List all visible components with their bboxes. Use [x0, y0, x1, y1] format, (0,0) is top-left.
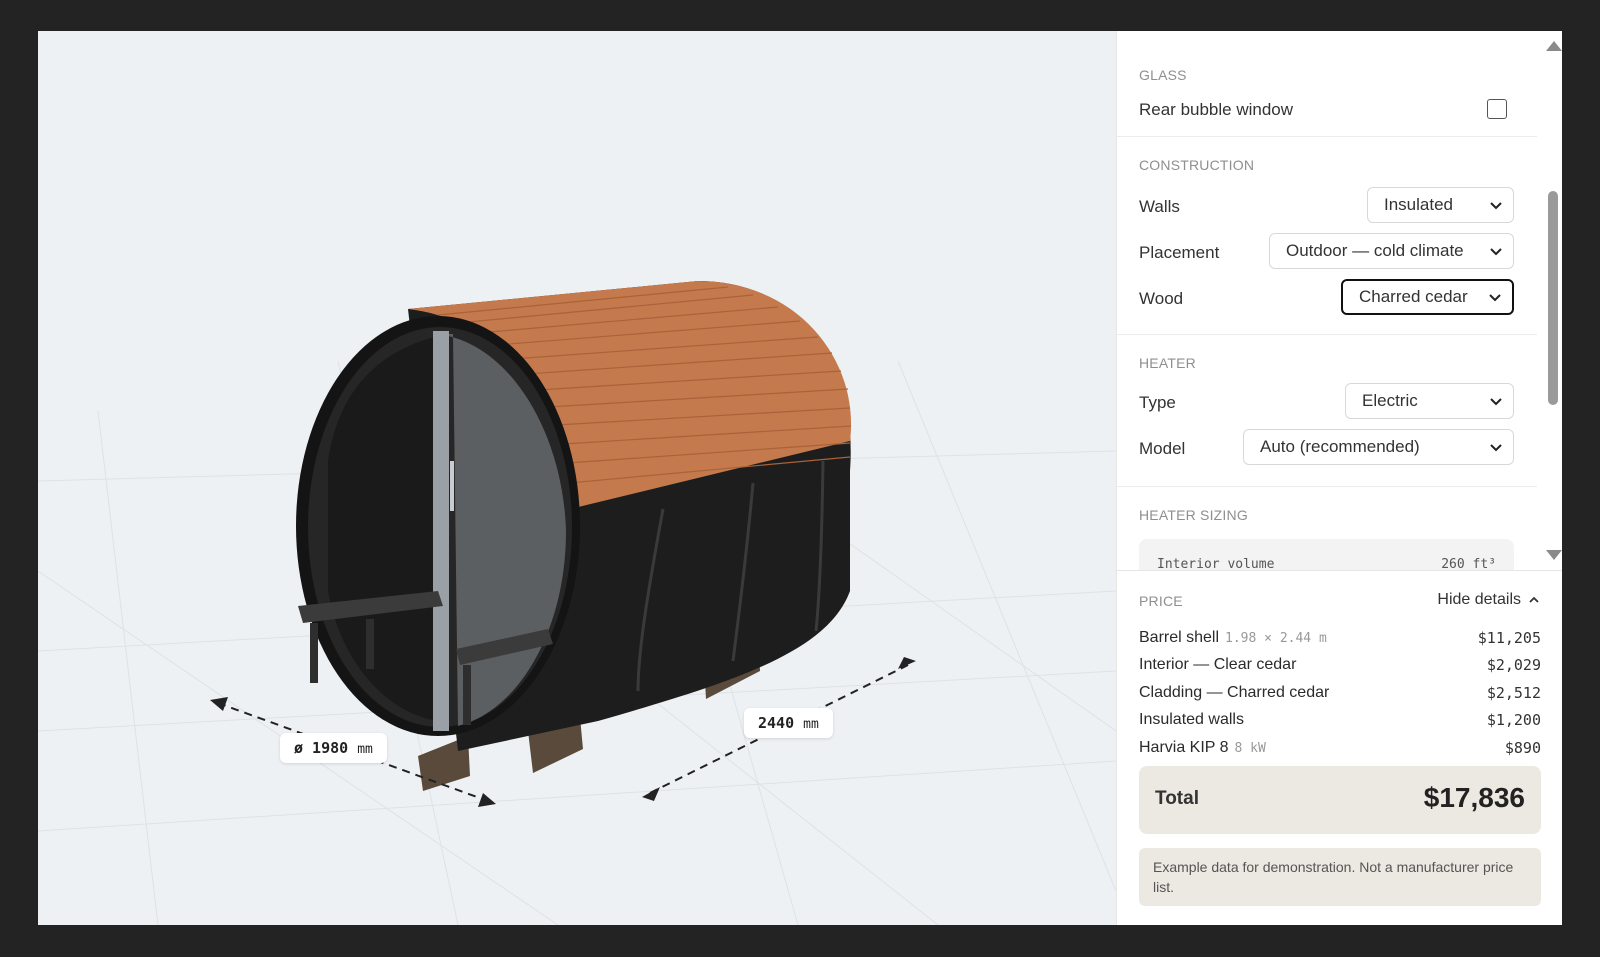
price-line-item: Insulated walls $1,200 [1139, 711, 1541, 729]
hide-details-button[interactable]: Hide details [1437, 591, 1541, 609]
price-panel: PRICE Hide details Barrel shell 1.98 × 2.… [1117, 570, 1562, 925]
chevron-down-icon [1490, 248, 1502, 256]
price-line-item: Barrel shell 1.98 × 2.44 m $11,205 [1139, 629, 1541, 647]
total-box: Total $17,836 [1139, 766, 1541, 834]
price-title: PRICE [1139, 593, 1183, 609]
app-window: ø 1980 mm 2440 mm GLASS Rear bubble wind… [38, 31, 1562, 925]
section-title-heater-sizing: HEATER SIZING [1139, 507, 1248, 523]
chevron-down-icon [1490, 398, 1502, 406]
scrollbar-thumb[interactable] [1548, 191, 1558, 405]
section-title: HEATER [1139, 355, 1196, 371]
interior-volume-value: 260 ft³ [1441, 557, 1496, 570]
section-construction: CONSTRUCTION Walls Insulated Placement O… [1117, 137, 1537, 335]
heater-model-select[interactable]: Auto (recommended) [1243, 429, 1514, 465]
chevron-down-icon [1490, 444, 1502, 452]
heater-model-label: Model [1139, 439, 1186, 458]
scroll-up-arrow-icon[interactable] [1546, 41, 1562, 51]
door-frame [433, 331, 449, 731]
price-line-item: Interior — Clear cedar $2,029 [1139, 656, 1541, 674]
price-line-item: Harvia KIP 88 kW $890 [1139, 739, 1541, 757]
interior-volume-label: Interior volume [1157, 557, 1275, 570]
scrollbar[interactable] [1541, 31, 1562, 570]
walls-select[interactable]: Insulated [1367, 187, 1514, 223]
chevron-up-icon [1529, 596, 1539, 603]
3d-viewer[interactable]: ø 1980 mm 2440 mm [38, 31, 1116, 925]
hide-details-label: Hide details [1437, 591, 1521, 608]
scroll-down-arrow-icon[interactable] [1546, 550, 1562, 560]
rear-window-checkbox[interactable] [1487, 99, 1507, 119]
options-scroll-area[interactable]: GLASS Rear bubble window CONSTRUCTION Wa… [1117, 31, 1562, 570]
section-title: CONSTRUCTION [1139, 157, 1255, 173]
total-value: $17,836 [1423, 782, 1525, 813]
section-glass: GLASS Rear bubble window [1117, 47, 1537, 137]
chevron-down-icon [1490, 202, 1502, 210]
config-panel: GLASS Rear bubble window CONSTRUCTION Wa… [1116, 31, 1562, 925]
section-heater: HEATER Type Electric Model Auto (recomme… [1117, 335, 1537, 487]
price-line-item: Cladding — Charred cedar $2,512 [1139, 684, 1541, 702]
placement-select[interactable]: Outdoor — cold climate [1269, 233, 1514, 269]
heater-type-label: Type [1139, 393, 1176, 412]
rear-window-label: Rear bubble window [1139, 100, 1294, 119]
disclaimer-note: Example data for demonstration. Not a ma… [1139, 848, 1541, 906]
total-label: Total [1155, 788, 1199, 809]
length-dimension-label: 2440 mm [744, 708, 833, 738]
heater-sizing-box: Interior volume 260 ft³ [1139, 539, 1514, 570]
section-title: GLASS [1139, 67, 1187, 83]
walls-label: Walls [1139, 197, 1180, 216]
diameter-dimension-label: ø 1980 mm [280, 733, 387, 763]
door-handle [450, 461, 454, 511]
placement-label: Placement [1139, 243, 1220, 262]
heater-type-select[interactable]: Electric [1345, 383, 1514, 419]
chevron-down-icon [1489, 294, 1501, 302]
sauna-scene[interactable] [38, 31, 1116, 925]
wood-select[interactable]: Charred cedar [1339, 277, 1516, 317]
wood-label: Wood [1139, 289, 1184, 308]
